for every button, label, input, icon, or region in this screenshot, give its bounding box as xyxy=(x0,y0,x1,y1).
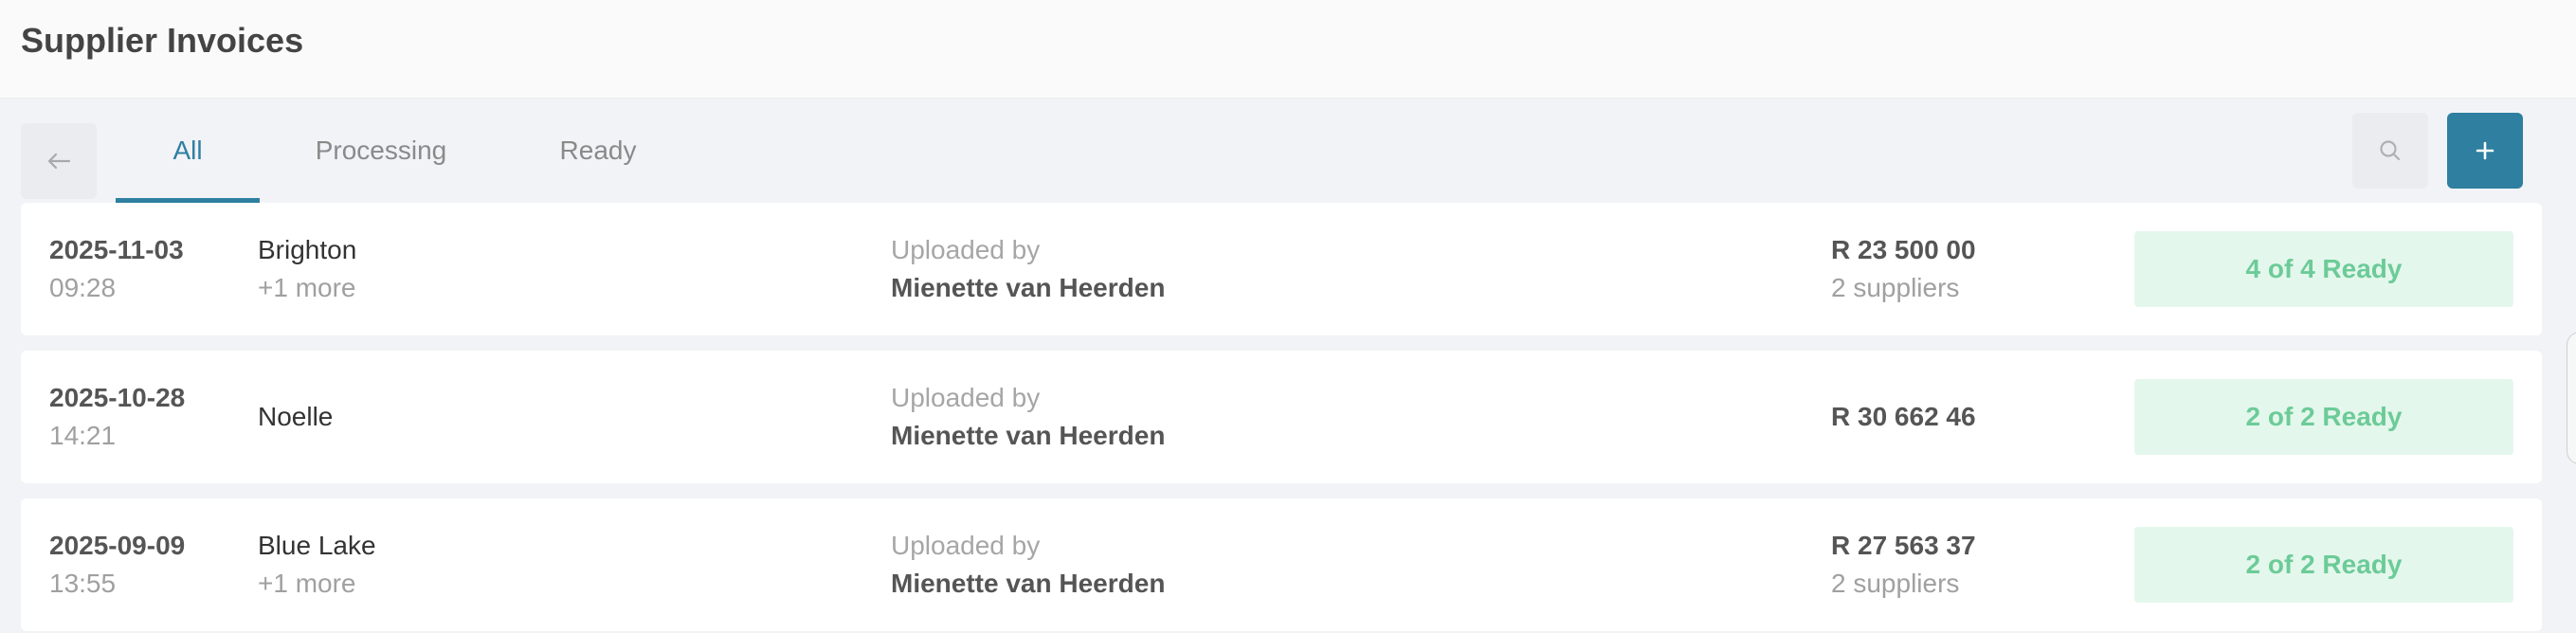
search-button[interactable] xyxy=(2352,113,2428,189)
search-icon xyxy=(2380,140,2401,161)
back-button[interactable] xyxy=(21,123,97,199)
uploaded-by-name: Mienette van Heerden xyxy=(891,421,1166,450)
invoice-location: Noelle xyxy=(258,402,334,431)
invoice-date: 2025-10-28 xyxy=(49,383,186,412)
tab-all[interactable]: All xyxy=(116,99,260,203)
invoice-date: 2025-09-09 xyxy=(49,531,186,560)
uploaded-by-label: Uploaded by xyxy=(891,531,1041,560)
uploaded-by-name: Mienette van Heerden xyxy=(891,569,1166,598)
invoice-time: 09:28 xyxy=(49,273,117,302)
invoice-row[interactable]: 2025-10-28 14:21 Noelle Uploaded by Mien… xyxy=(21,351,2542,483)
invoice-row[interactable]: 2025-11-03 09:28 Brighton +1 more Upload… xyxy=(21,203,2542,335)
page-title: Supplier Invoices xyxy=(21,21,304,60)
invoice-row[interactable]: 2025-09-09 13:55 Blue Lake +1 more Uploa… xyxy=(21,498,2542,631)
invoice-amount: R 27 563 37 xyxy=(1831,531,1976,560)
tab-ready[interactable]: Ready xyxy=(531,99,665,203)
status-badge: 2 of 2 Ready xyxy=(2134,379,2513,455)
side-panel-handle[interactable] xyxy=(2567,332,2576,464)
uploaded-by-label: Uploaded by xyxy=(891,383,1041,412)
status-badge: 4 of 4 Ready xyxy=(2134,231,2513,307)
invoice-amount: R 23 500 00 xyxy=(1831,235,1976,264)
invoice-amount: R 30 662 46 xyxy=(1831,402,1976,431)
uploaded-by-name: Mienette van Heerden xyxy=(891,273,1166,302)
plus-icon xyxy=(2476,141,2494,160)
invoice-more-count: +1 more xyxy=(258,273,356,302)
tab-processing[interactable]: Processing xyxy=(292,99,470,203)
arrow-left-icon xyxy=(47,153,71,170)
add-invoice-button[interactable] xyxy=(2447,113,2523,189)
invoice-location: Blue Lake xyxy=(258,531,376,560)
status-badge: 2 of 2 Ready xyxy=(2134,527,2513,603)
supplier-count: 2 suppliers xyxy=(1831,273,1960,302)
invoice-time: 14:21 xyxy=(49,421,117,450)
supplier-count: 2 suppliers xyxy=(1831,569,1960,598)
page-header: Supplier Invoices xyxy=(0,0,2576,99)
toolbar: All Processing Ready xyxy=(0,99,2576,203)
invoice-time: 13:55 xyxy=(49,569,117,598)
uploaded-by-label: Uploaded by xyxy=(891,235,1041,264)
invoice-date: 2025-11-03 xyxy=(49,235,184,264)
invoice-more-count: +1 more xyxy=(258,569,356,598)
invoice-location: Brighton xyxy=(258,235,357,264)
